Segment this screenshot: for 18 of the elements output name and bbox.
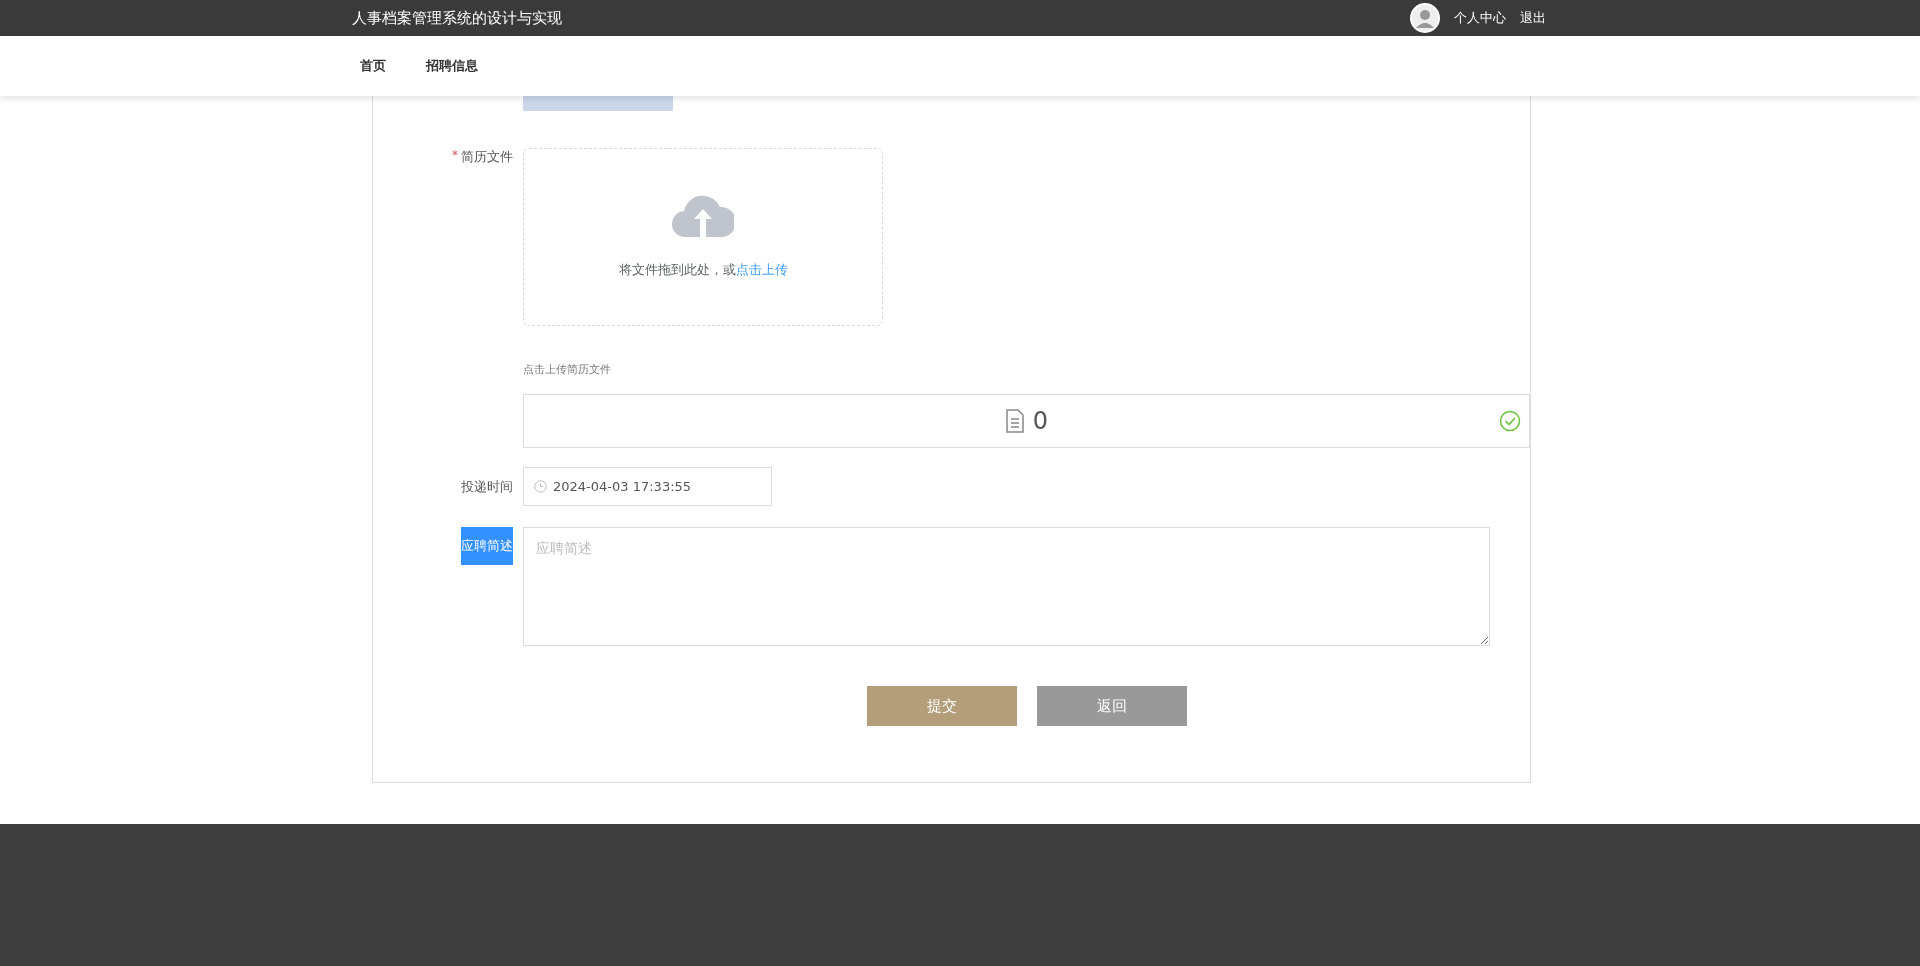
avatar-icon[interactable] (1410, 3, 1440, 33)
datetime-field[interactable]: 2024-04-03 17:33:55 (523, 467, 772, 506)
nav-item[interactable]: 招聘信息 (426, 57, 478, 75)
site-title: 人事档案管理系统的设计与实现 (352, 8, 562, 28)
document-icon (1004, 409, 1025, 433)
clock-icon (534, 480, 547, 493)
header-link[interactable]: 个人中心 (1454, 9, 1506, 27)
file-name: 0 (1032, 407, 1049, 435)
field-label: 简历文件 (461, 148, 513, 166)
required-mark: * (452, 148, 458, 164)
summary-textarea[interactable]: 应聘简述 (523, 527, 1490, 646)
header-link[interactable]: 退出 (1520, 9, 1546, 27)
upload-dropzone[interactable]: 将文件拖到此处，或点击上传 (523, 148, 883, 326)
drop-instruction: 将文件拖到此处，或点击上传 (618, 261, 788, 279)
field-label: 应聘简述 (461, 527, 513, 565)
field-label: 投递时间 (461, 477, 513, 496)
upload-hint: 点击上传简历文件 (523, 362, 612, 377)
nav-item[interactable]: 首页 (360, 57, 386, 75)
